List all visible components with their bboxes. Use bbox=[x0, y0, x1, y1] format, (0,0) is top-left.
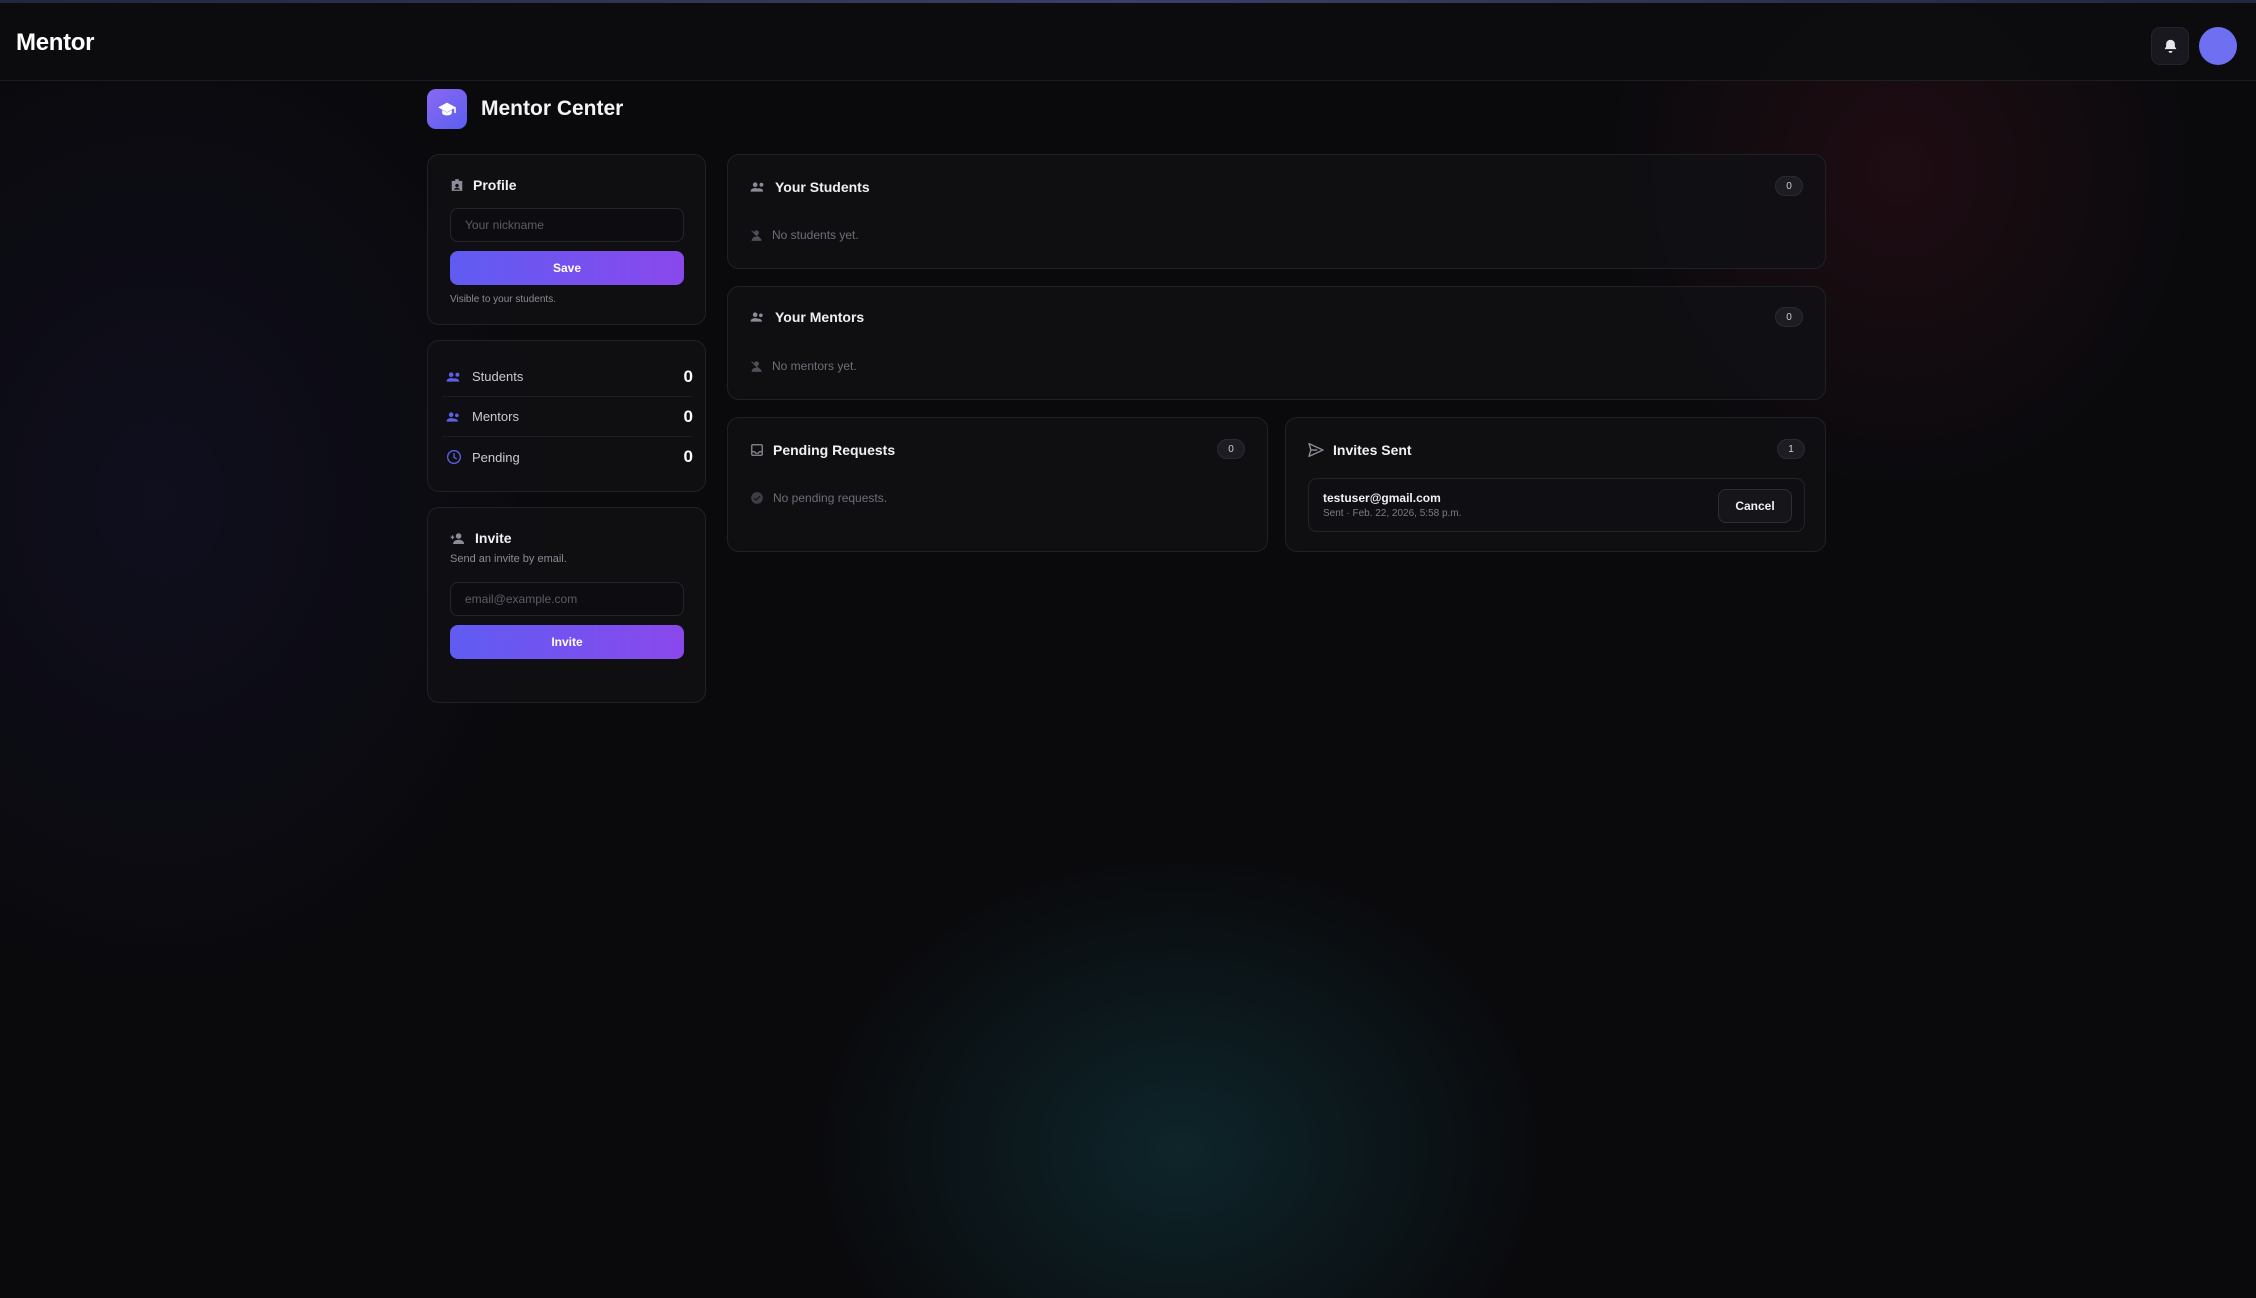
check-circle-icon bbox=[751, 492, 763, 504]
students-empty-state: No students yet. bbox=[750, 228, 859, 242]
students-card-title: Your Students bbox=[750, 179, 870, 195]
invite-button[interactable]: Invite bbox=[450, 625, 684, 659]
add-user-icon bbox=[450, 532, 465, 544]
stat-label: Students bbox=[472, 369, 524, 384]
send-icon bbox=[1308, 443, 1324, 457]
brand-title[interactable]: Mentor bbox=[16, 29, 95, 57]
stats-card: Students 0 Mentors 0 Pending 0 bbox=[427, 340, 706, 492]
nickname-input[interactable] bbox=[450, 208, 684, 242]
invites-sent-count-badge: 1 bbox=[1777, 439, 1805, 459]
students-icon bbox=[750, 182, 764, 192]
mentors-icon bbox=[446, 411, 459, 422]
invite-email: testuser@gmail.com bbox=[1323, 491, 1441, 505]
cancel-invite-button[interactable]: Cancel bbox=[1718, 489, 1792, 523]
mentors-card: Your Mentors 0 No mentors yet. bbox=[727, 286, 1826, 400]
invite-email-input[interactable] bbox=[450, 582, 684, 616]
invite-title-text: Invite bbox=[475, 530, 512, 546]
inbox-icon bbox=[751, 444, 763, 456]
mentors-icon bbox=[750, 312, 763, 322]
students-empty-text: No students yet. bbox=[772, 228, 859, 242]
mentors-card-title: Your Mentors bbox=[750, 309, 864, 325]
invite-card: Invite Send an invite by email. Invite bbox=[427, 507, 706, 703]
profile-title-text: Profile bbox=[473, 177, 517, 193]
students-count-badge: 0 bbox=[1775, 176, 1803, 196]
stat-row-mentors: Mentors 0 bbox=[442, 397, 693, 437]
top-bar: Mentor bbox=[0, 3, 2256, 81]
stat-value: 0 bbox=[683, 406, 693, 426]
page-title: Mentor Center bbox=[481, 97, 624, 120]
stat-label: Pending bbox=[472, 449, 520, 465]
profile-card: Profile Save Visible to your students. bbox=[427, 154, 706, 325]
mentors-empty-text: No mentors yet. bbox=[772, 359, 857, 373]
invites-sent-card-title: Invites Sent bbox=[1308, 442, 1412, 458]
bell-icon bbox=[2164, 39, 2176, 53]
mentors-count-badge: 0 bbox=[1775, 307, 1803, 327]
id-badge-icon bbox=[451, 179, 463, 191]
pending-requests-card: Pending Requests 0 No pending requests. bbox=[727, 417, 1268, 552]
stat-value: 0 bbox=[683, 447, 693, 466]
invites-sent-title-text: Invites Sent bbox=[1333, 442, 1412, 458]
invite-card-title: Invite bbox=[450, 530, 512, 546]
invites-sent-card: Invites Sent 1 testuser@gmail.com Sent ·… bbox=[1285, 417, 1826, 552]
user-avatar[interactable] bbox=[2199, 27, 2237, 65]
page-header: Mentor Center bbox=[427, 89, 623, 129]
mentors-empty-state: No mentors yet. bbox=[750, 359, 857, 373]
save-button[interactable]: Save bbox=[450, 251, 684, 285]
pending-title-text: Pending Requests bbox=[773, 442, 896, 458]
pending-empty-text: No pending requests. bbox=[773, 491, 888, 505]
students-icon bbox=[446, 371, 460, 382]
graduation-cap-icon bbox=[427, 89, 467, 129]
invite-sent-timestamp: Sent · Feb. 22, 2026, 5:58 p.m. bbox=[1323, 508, 1462, 519]
clock-icon bbox=[447, 450, 461, 464]
students-title-text: Your Students bbox=[775, 179, 870, 195]
pending-empty-state: No pending requests. bbox=[750, 491, 887, 505]
stat-row-students: Students 0 bbox=[442, 357, 693, 397]
user-slash-icon bbox=[751, 360, 762, 372]
stat-row-pending: Pending 0 bbox=[442, 437, 693, 477]
pending-count-badge: 0 bbox=[1217, 439, 1245, 459]
profile-card-title: Profile bbox=[450, 177, 517, 193]
stat-value: 0 bbox=[683, 366, 693, 386]
profile-hint: Visible to your students. bbox=[450, 294, 556, 305]
user-slash-icon bbox=[751, 229, 762, 241]
students-card: Your Students 0 No students yet. bbox=[727, 154, 1826, 269]
notifications-button[interactable] bbox=[2151, 27, 2189, 65]
stat-label: Mentors bbox=[472, 409, 519, 424]
mentors-title-text: Your Mentors bbox=[775, 309, 865, 325]
invite-list-item: testuser@gmail.com Sent · Feb. 22, 2026,… bbox=[1308, 478, 1805, 532]
invite-subtitle: Send an invite by email. bbox=[450, 553, 567, 565]
pending-card-title: Pending Requests bbox=[750, 442, 895, 458]
